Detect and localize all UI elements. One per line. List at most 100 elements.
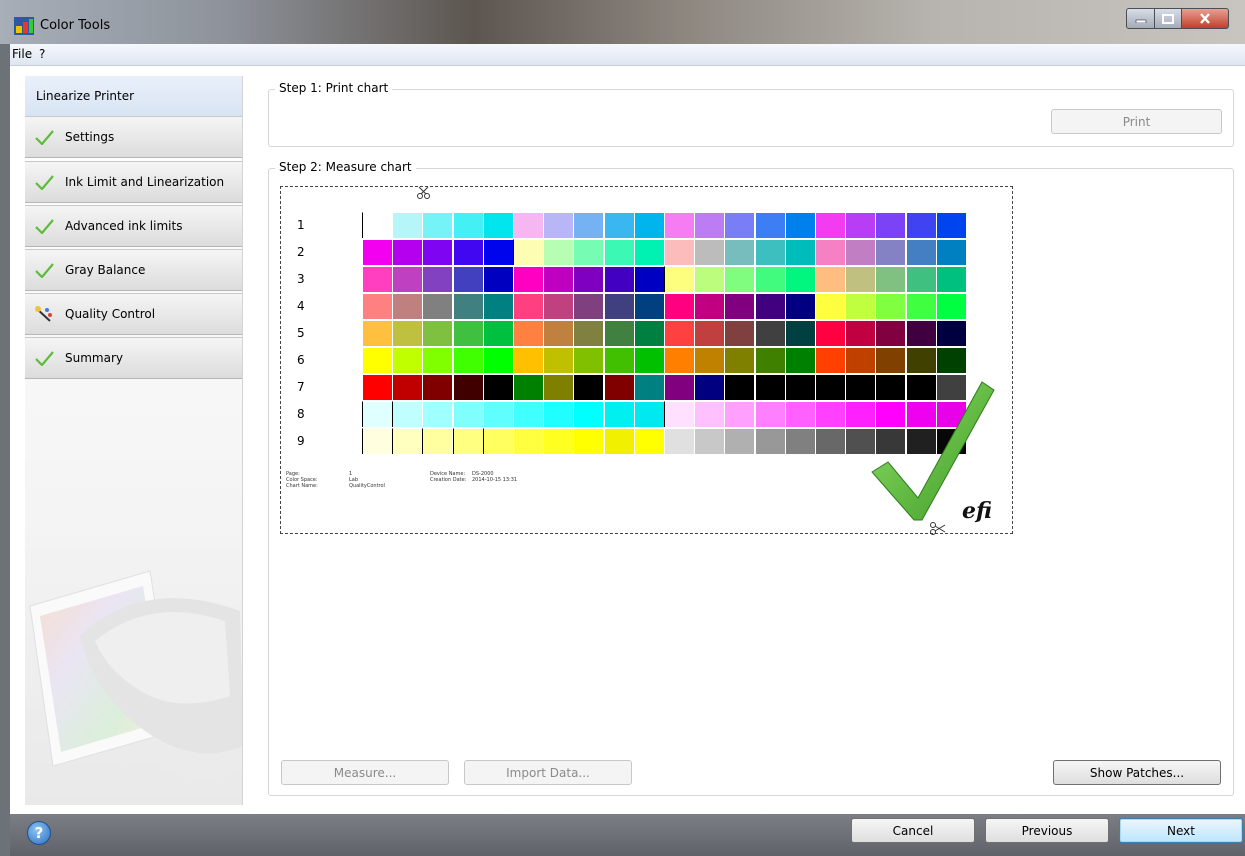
chart-info-values-right: DS-2000 2014-10-15 13:31 xyxy=(472,471,518,483)
color-patch xyxy=(543,212,574,238)
color-patch xyxy=(573,347,604,373)
color-patch xyxy=(935,320,966,346)
color-patch xyxy=(784,266,815,292)
window-frame xyxy=(0,44,10,856)
color-patch xyxy=(482,428,513,454)
previous-button[interactable]: Previous xyxy=(985,818,1109,843)
title-bar: Color Tools xyxy=(0,0,1245,44)
color-patch xyxy=(784,347,815,373)
sidebar-header-linearize-printer[interactable]: Linearize Printer xyxy=(25,76,242,116)
color-patch xyxy=(815,239,845,265)
show-patches-button[interactable]: Show Patches... xyxy=(1053,760,1221,785)
color-patch xyxy=(754,347,785,373)
color-patch xyxy=(362,401,392,427)
close-button[interactable] xyxy=(1181,8,1229,29)
color-patch xyxy=(633,374,664,400)
print-button[interactable]: Print xyxy=(1051,109,1222,134)
color-patch xyxy=(754,428,785,454)
color-patch xyxy=(784,239,815,265)
color-patch xyxy=(543,374,574,400)
color-patch xyxy=(573,428,604,454)
color-patch xyxy=(482,401,513,427)
color-patch xyxy=(603,347,634,373)
color-patch xyxy=(573,293,604,319)
color-patch xyxy=(543,428,574,454)
color-patch xyxy=(452,374,483,400)
sidebar-item-ink-limit-linearization[interactable]: Ink Limit and Linearization xyxy=(25,161,242,203)
color-patch xyxy=(724,401,755,427)
color-patch xyxy=(694,212,725,238)
color-patch xyxy=(392,401,423,427)
color-patch xyxy=(754,401,785,427)
help-icon[interactable]: ? xyxy=(27,821,51,845)
sidebar-item-advanced-ink-limits[interactable]: Advanced ink limits xyxy=(25,205,242,247)
color-patch xyxy=(905,239,936,265)
color-patch xyxy=(784,374,815,400)
menu-file[interactable]: File xyxy=(12,47,32,61)
color-patch xyxy=(664,293,694,319)
minimize-button[interactable] xyxy=(1126,8,1155,29)
color-patch xyxy=(362,239,392,265)
color-patch xyxy=(422,428,453,454)
color-patch xyxy=(482,212,513,238)
color-patch xyxy=(694,293,725,319)
row-label: 3 xyxy=(297,272,305,286)
color-patch xyxy=(392,374,423,400)
sidebar-item-settings[interactable]: Settings xyxy=(25,116,242,158)
color-patch xyxy=(905,320,936,346)
row-label: 1 xyxy=(297,218,305,232)
maximize-button[interactable] xyxy=(1154,8,1182,29)
next-button[interactable]: Next xyxy=(1119,818,1243,843)
color-patch xyxy=(392,293,423,319)
color-patch xyxy=(422,212,453,238)
color-patch xyxy=(452,239,483,265)
color-patch xyxy=(875,320,906,346)
color-patch xyxy=(905,212,936,238)
color-patch xyxy=(845,239,876,265)
menu-bar: File ? xyxy=(10,44,1245,66)
color-patch xyxy=(784,212,815,238)
menu-help[interactable]: ? xyxy=(39,47,45,61)
row-label: 8 xyxy=(297,407,305,421)
color-patch xyxy=(362,293,392,319)
sidebar-item-gray-balance[interactable]: Gray Balance xyxy=(25,249,242,291)
color-patch xyxy=(694,320,725,346)
color-patch xyxy=(513,266,543,292)
color-patch xyxy=(905,293,936,319)
efi-logo: efi xyxy=(962,498,992,524)
color-patch xyxy=(573,239,604,265)
color-patch xyxy=(482,347,513,373)
color-patch xyxy=(392,239,423,265)
color-patch xyxy=(422,320,453,346)
color-patch xyxy=(784,428,815,454)
color-patch xyxy=(845,320,876,346)
color-patch xyxy=(754,266,785,292)
row-label: 7 xyxy=(297,380,305,394)
color-patch xyxy=(543,347,574,373)
color-patch xyxy=(754,293,785,319)
color-patch xyxy=(633,320,664,346)
color-patch xyxy=(573,320,604,346)
color-patch xyxy=(452,428,483,454)
step1-legend: Step 1: Print chart xyxy=(275,81,393,95)
color-patch xyxy=(815,401,845,427)
color-patch xyxy=(935,212,966,238)
import-data-button[interactable]: Import Data... xyxy=(464,760,632,785)
color-patch xyxy=(362,374,392,400)
color-patch xyxy=(815,320,845,346)
color-patch xyxy=(784,320,815,346)
color-patch xyxy=(543,401,574,427)
color-patch xyxy=(633,239,664,265)
color-patch xyxy=(664,212,694,238)
color-patch xyxy=(573,212,604,238)
color-patch xyxy=(603,212,634,238)
measure-button[interactable]: Measure... xyxy=(281,760,449,785)
color-patch xyxy=(482,374,513,400)
sidebar-item-summary[interactable]: Summary xyxy=(25,337,242,379)
sidebar-item-quality-control[interactable]: Quality Control xyxy=(25,293,242,335)
color-patch xyxy=(603,239,634,265)
cancel-button[interactable]: Cancel xyxy=(851,818,975,843)
color-patch xyxy=(815,347,845,373)
color-patch xyxy=(754,374,785,400)
sidebar-item-label: Summary xyxy=(65,351,123,365)
